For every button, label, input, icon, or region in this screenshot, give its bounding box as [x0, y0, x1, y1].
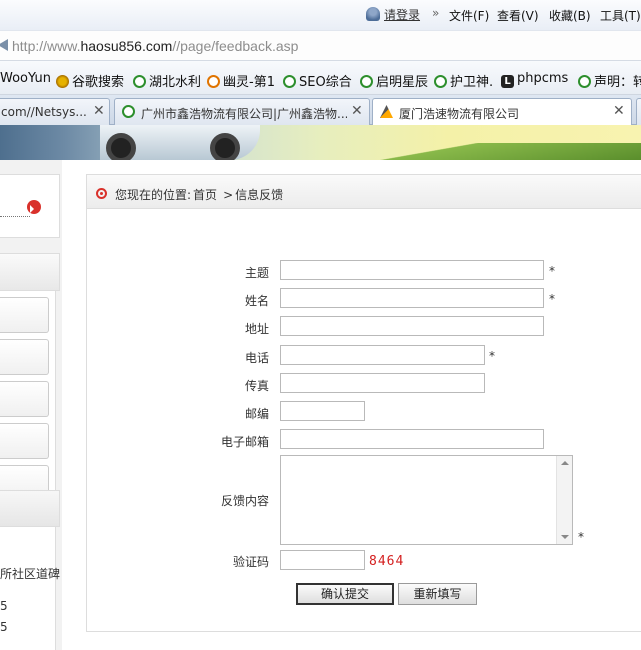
zip-input[interactable]	[280, 401, 365, 421]
login-link[interactable]: 请登录	[366, 6, 420, 23]
close-icon[interactable]: ✕	[613, 103, 625, 119]
left-nav-panel	[0, 291, 56, 501]
ie-page-icon	[0, 39, 8, 51]
reset-button[interactable]: 重新填写	[398, 583, 477, 605]
subject-input[interactable]	[280, 260, 544, 280]
ie-icon	[122, 105, 135, 118]
left-nav-button[interactable]	[0, 423, 49, 459]
captcha-label: 验证码	[232, 555, 269, 569]
arrow-right-icon[interactable]	[27, 200, 41, 214]
email-input[interactable]	[280, 429, 544, 449]
close-icon[interactable]: ✕	[351, 103, 363, 119]
site-logo-icon	[380, 105, 393, 118]
fav-hubei[interactable]: 湖北水利	[133, 71, 201, 90]
zip-label: 邮编	[244, 407, 269, 421]
left-search-box	[0, 174, 60, 238]
user-icon	[366, 7, 380, 21]
url-text[interactable]: http://www.haosu856.com//page/feedback.a…	[12, 38, 298, 54]
fax-label: 传真	[244, 379, 269, 393]
truck-graphic	[100, 125, 260, 160]
browser-menubar: 请登录 » 文件(F) 查看(V) 收藏(B) 工具(T)	[0, 0, 641, 30]
road-graphic	[260, 143, 641, 160]
left-nav-button[interactable]	[0, 297, 49, 333]
menu-file[interactable]: 文件(F)	[449, 7, 489, 24]
fav-hws[interactable]: 护卫神.	[434, 71, 493, 90]
menu-tools[interactable]: 工具(T)	[600, 7, 641, 24]
feedback-panel: 您现在的位置: 首页 > 信息反馈 主题 * 姓名 * 地址 电话 * 传真 邮编 电…	[86, 174, 641, 632]
fav-venus[interactable]: 启明星辰	[360, 71, 428, 90]
wheel-shape	[210, 133, 240, 160]
target-icon	[96, 188, 107, 199]
captcha-code[interactable]: 8464	[369, 554, 404, 569]
wheel-shape	[106, 133, 136, 160]
breadcrumb-text: 您现在的位置: 首页 > 信息反馈	[115, 188, 284, 202]
required-mark: *	[578, 530, 584, 544]
left-news-panel: 所社区道碑 5 5	[0, 527, 60, 650]
name-label: 姓名	[244, 294, 269, 308]
site-banner	[0, 125, 641, 160]
breadcrumb: 您现在的位置: 首页 > 信息反馈	[87, 175, 641, 209]
fav-ghost[interactable]: 幽灵-第1	[207, 71, 275, 90]
captcha-input[interactable]	[280, 550, 365, 570]
breadcrumb-current: 信息反馈	[235, 188, 284, 202]
content-textarea[interactable]	[280, 455, 573, 545]
tab-xiamen[interactable]: 厦门浩速物流有限公司 ✕	[372, 98, 632, 126]
fav-statement[interactable]: 声明：转	[578, 71, 641, 90]
breadcrumb-home[interactable]: 首页	[193, 188, 217, 202]
phpcms-icon: L	[501, 75, 514, 88]
email-label: 电子邮箱	[220, 435, 269, 449]
scroll-up-icon[interactable]	[561, 457, 569, 465]
content-label: 反馈内容	[220, 494, 269, 508]
menu-view[interactable]: 查看(V)	[497, 7, 539, 24]
left-nav-button[interactable]	[0, 339, 49, 375]
fav-phpcms[interactable]: Lphpcms	[501, 71, 568, 88]
ie-icon	[133, 75, 146, 88]
fax-input[interactable]	[280, 373, 485, 393]
address-label: 地址	[244, 322, 269, 336]
dog-icon	[56, 75, 69, 88]
phone-label: 电话	[244, 351, 269, 365]
left-section-header	[0, 253, 60, 291]
fav-wooyun[interactable]: WooYun	[0, 71, 51, 86]
ghost-icon	[207, 75, 220, 88]
address-bar[interactable]: http://www.haosu856.com//page/feedback.a…	[0, 30, 641, 61]
left-nav-button[interactable]	[0, 381, 49, 417]
address-input[interactable]	[280, 316, 544, 336]
submit-button[interactable]: 确认提交	[296, 583, 394, 605]
left-news-date: 5	[0, 599, 8, 613]
name-input[interactable]	[280, 288, 544, 308]
left-section-header	[0, 490, 60, 527]
ie-icon	[578, 75, 591, 88]
required-mark: *	[489, 349, 495, 363]
subject-label: 主题	[244, 266, 269, 280]
close-icon[interactable]: ✕	[93, 103, 105, 119]
scroll-down-icon[interactable]	[561, 535, 569, 543]
left-news-date: 5	[0, 620, 8, 634]
ie-icon	[283, 75, 296, 88]
tab-new[interactable]	[636, 98, 641, 125]
ie-icon	[360, 75, 373, 88]
chevron-double-icon[interactable]: »	[432, 6, 439, 20]
scrollbar[interactable]	[556, 456, 572, 544]
required-mark: *	[549, 264, 555, 278]
fav-seo[interactable]: SEO综合	[283, 71, 352, 90]
tab-netsys[interactable]: com//Netsys... ✕	[0, 98, 110, 125]
tab-bar: com//Netsys... ✕ 广州市鑫浩物流有限公司|广州鑫浩物... ✕ …	[0, 95, 641, 126]
ie-icon	[434, 75, 447, 88]
left-news-item[interactable]: 所社区道碑	[0, 565, 60, 582]
dotted-field[interactable]	[0, 216, 30, 217]
tab-guangzhou[interactable]: 广州市鑫浩物流有限公司|广州鑫浩物... ✕	[114, 98, 370, 125]
favorites-bar: WooYun 谷歌搜索 湖北水利 幽灵-第1 SEO综合 启明星辰 护卫神. L…	[0, 61, 641, 95]
fav-google[interactable]: 谷歌搜索	[56, 71, 124, 90]
phone-input[interactable]	[280, 345, 485, 365]
menu-favorites[interactable]: 收藏(B)	[549, 7, 591, 24]
login-label: 请登录	[384, 8, 421, 22]
required-mark: *	[549, 292, 555, 306]
left-sidebar: 所社区道碑 5 5	[0, 160, 62, 650]
